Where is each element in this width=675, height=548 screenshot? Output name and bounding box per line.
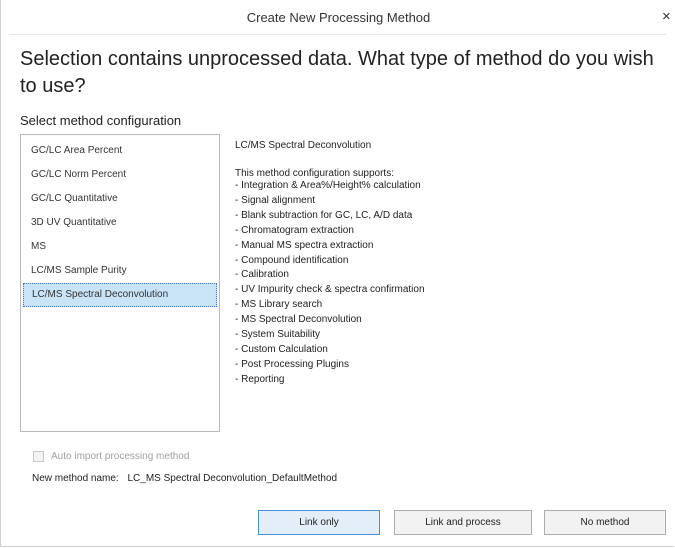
- config-list-item[interactable]: GC/LC Quantitative: [23, 187, 217, 211]
- close-icon[interactable]: ×: [662, 9, 674, 24]
- feature-item: - Signal alignment: [235, 194, 316, 206]
- create-processing-method-dialog: Create New Processing Method × Selection…: [0, 0, 674, 547]
- new-method-name-row: New method name: LC_MS Spectral Deconvol…: [32, 473, 337, 484]
- feature-list: - Integration & Area%/Height% calculatio…: [235, 179, 655, 388]
- no-method-button[interactable]: No method: [544, 510, 666, 535]
- config-list-item[interactable]: 3D UV Quantitative: [23, 211, 217, 235]
- config-section-label: Select method configuration: [20, 113, 182, 128]
- feature-item: - Compound identification: [235, 254, 349, 266]
- description-intro: This method configuration supports:: [235, 168, 394, 179]
- feature-item: - Chromatogram extraction: [235, 224, 354, 236]
- feature-item: - UV Impurity check & spectra confirmati…: [235, 284, 425, 296]
- feature-item: - MS Spectral Deconvolution: [235, 314, 362, 326]
- method-configuration-list[interactable]: GC/LC Area Percent GC/LC Norm Percent GC/L…: [20, 134, 220, 432]
- feature-item: - Calibration: [235, 269, 289, 281]
- config-list-item[interactable]: MS: [23, 235, 217, 259]
- feature-item: - Post Processing Plugins: [235, 358, 349, 370]
- feature-item: - MS Library search: [235, 299, 323, 311]
- configuration-description: LC/MS Spectral Deconvolution This method…: [235, 139, 655, 388]
- feature-item: - Custom Calculation: [235, 343, 328, 355]
- feature-item: - Reporting: [235, 373, 285, 385]
- auto-import-label: Auto import processing method: [51, 451, 190, 462]
- link-only-button[interactable]: Link only: [258, 510, 380, 535]
- link-and-process-button[interactable]: Link and process: [394, 510, 532, 535]
- auto-import-option: Auto import processing method: [33, 451, 189, 462]
- dialog-title: Create New Processing Method: [246, 9, 431, 25]
- titlebar-divider: [9, 34, 666, 35]
- config-list-item[interactable]: GC/LC Area Percent: [23, 139, 217, 163]
- description-title: LC/MS Spectral Deconvolution: [235, 140, 372, 151]
- method-name-label: New method name:: [32, 473, 119, 484]
- feature-item: - Blank subtraction for GC, LC, A/D data: [235, 209, 413, 221]
- dialog-titlebar: Create New Processing Method: [1, 0, 675, 34]
- config-list-item[interactable]: LC/MS Spectral Deconvolution: [23, 283, 217, 307]
- method-name-value[interactable]: LC_MS Spectral Deconvolution_DefaultMeth…: [128, 473, 338, 484]
- auto-import-checkbox[interactable]: [33, 451, 44, 462]
- config-list-item[interactable]: GC/LC Norm Percent: [23, 163, 217, 187]
- feature-item: - System Suitability: [235, 329, 321, 341]
- config-list-item[interactable]: LC/MS Sample Purity: [23, 259, 217, 283]
- feature-item: - Integration & Area%/Height% calculatio…: [235, 180, 421, 191]
- dialog-heading: Selection contains unprocessed data. Wha…: [20, 48, 654, 97]
- feature-item: - Manual MS spectra extraction: [235, 239, 374, 251]
